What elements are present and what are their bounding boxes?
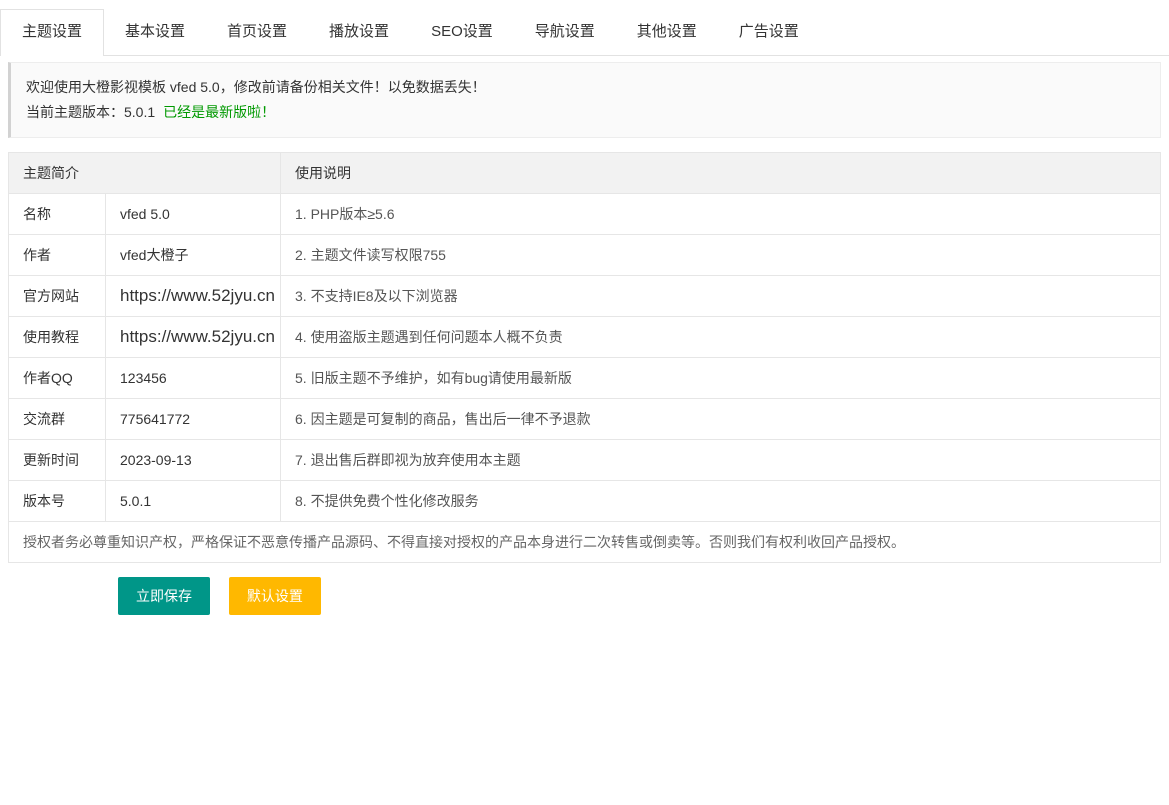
row-desc-7: 7. 退出售后群即视为放弃使用本主题 — [281, 440, 1161, 481]
license-note: 授权者务必尊重知识产权，严格保证不恶意传播产品源码、不得直接对授权的产品本身进行… — [9, 522, 1161, 563]
action-buttons: 立即保存 默认设置 — [8, 577, 1161, 615]
version-label: 当前主题版本：5.0.1 — [26, 104, 155, 120]
row-label-name: 名称 — [9, 194, 106, 235]
table-row: 版本号 5.0.1 8. 不提供免费个性化修改服务 — [9, 481, 1161, 522]
row-value-name: vfed 5.0 — [106, 194, 281, 235]
row-label-updated: 更新时间 — [9, 440, 106, 481]
tab-theme-settings[interactable]: 主题设置 — [0, 9, 104, 56]
table-row: 作者QQ 123456 5. 旧版主题不予维护，如有bug请使用最新版 — [9, 358, 1161, 399]
tab-content: 欢迎使用大橙影视模板 vfed 5.0，修改前请备份相关文件！以免数据丢失！ 当… — [0, 62, 1169, 615]
table-row: 官方网站 https://www.52jyu.cn 3. 不支持IE8及以下浏览… — [9, 276, 1161, 317]
version-status: 已经是最新版啦！ — [163, 104, 275, 120]
header-theme-intro: 主题简介 — [9, 153, 281, 194]
tab-play-settings[interactable]: 播放设置 — [308, 9, 410, 56]
row-label-tutorial: 使用教程 — [9, 317, 106, 358]
row-desc-8: 8. 不提供免费个性化修改服务 — [281, 481, 1161, 522]
save-button[interactable]: 立即保存 — [118, 577, 210, 615]
row-desc-2: 2. 主题文件读写权限755 — [281, 235, 1161, 276]
row-value-group: 775641772 — [106, 399, 281, 440]
row-value-website: https://www.52jyu.cn — [106, 276, 281, 317]
header-usage-notes: 使用说明 — [281, 153, 1161, 194]
row-value-qq: 123456 — [106, 358, 281, 399]
row-value-author: vfed大橙子 — [106, 235, 281, 276]
row-desc-4: 4. 使用盗版主题遇到任何问题本人概不负责 — [281, 317, 1161, 358]
tab-other-settings[interactable]: 其他设置 — [616, 9, 718, 56]
notice-version-line: 当前主题版本：5.0.1 已经是最新版啦！ — [26, 100, 1145, 125]
row-desc-6: 6. 因主题是可复制的商品，售出后一律不予退款 — [281, 399, 1161, 440]
row-value-version: 5.0.1 — [106, 481, 281, 522]
tab-basic-settings[interactable]: 基本设置 — [104, 9, 206, 56]
table-row: 更新时间 2023-09-13 7. 退出售后群即视为放弃使用本主题 — [9, 440, 1161, 481]
row-desc-5: 5. 旧版主题不予维护，如有bug请使用最新版 — [281, 358, 1161, 399]
tab-nav-settings[interactable]: 导航设置 — [514, 9, 616, 56]
row-label-group: 交流群 — [9, 399, 106, 440]
notice-box: 欢迎使用大橙影视模板 vfed 5.0，修改前请备份相关文件！以免数据丢失！ 当… — [8, 62, 1161, 138]
row-label-version: 版本号 — [9, 481, 106, 522]
row-value-tutorial: https://www.52jyu.cn — [106, 317, 281, 358]
table-row: 交流群 775641772 6. 因主题是可复制的商品，售出后一律不予退款 — [9, 399, 1161, 440]
row-label-website: 官方网站 — [9, 276, 106, 317]
row-desc-3: 3. 不支持IE8及以下浏览器 — [281, 276, 1161, 317]
settings-page: 主题设置 基本设置 首页设置 播放设置 SEO设置 导航设置 其他设置 广告设置… — [0, 0, 1169, 805]
tab-seo-settings[interactable]: SEO设置 — [410, 9, 514, 56]
row-desc-1: 1. PHP版本≥5.6 — [281, 194, 1161, 235]
table-header-row: 主题简介 使用说明 — [9, 153, 1161, 194]
row-label-author: 作者 — [9, 235, 106, 276]
default-button[interactable]: 默认设置 — [229, 577, 321, 615]
table-row: 名称 vfed 5.0 1. PHP版本≥5.6 — [9, 194, 1161, 235]
tab-ad-settings[interactable]: 广告设置 — [718, 9, 820, 56]
tab-home-settings[interactable]: 首页设置 — [206, 9, 308, 56]
row-value-updated: 2023-09-13 — [106, 440, 281, 481]
row-label-qq: 作者QQ — [9, 358, 106, 399]
theme-info-table: 主题简介 使用说明 名称 vfed 5.0 1. PHP版本≥5.6 作者 vf… — [8, 152, 1161, 563]
table-footer-row: 授权者务必尊重知识产权，严格保证不恶意传播产品源码、不得直接对授权的产品本身进行… — [9, 522, 1161, 563]
table-row: 使用教程 https://www.52jyu.cn 4. 使用盗版主题遇到任何问… — [9, 317, 1161, 358]
notice-welcome-text: 欢迎使用大橙影视模板 vfed 5.0，修改前请备份相关文件！以免数据丢失！ — [26, 75, 1145, 100]
tab-bar: 主题设置 基本设置 首页设置 播放设置 SEO设置 导航设置 其他设置 广告设置 — [0, 0, 1169, 56]
table-row: 作者 vfed大橙子 2. 主题文件读写权限755 — [9, 235, 1161, 276]
